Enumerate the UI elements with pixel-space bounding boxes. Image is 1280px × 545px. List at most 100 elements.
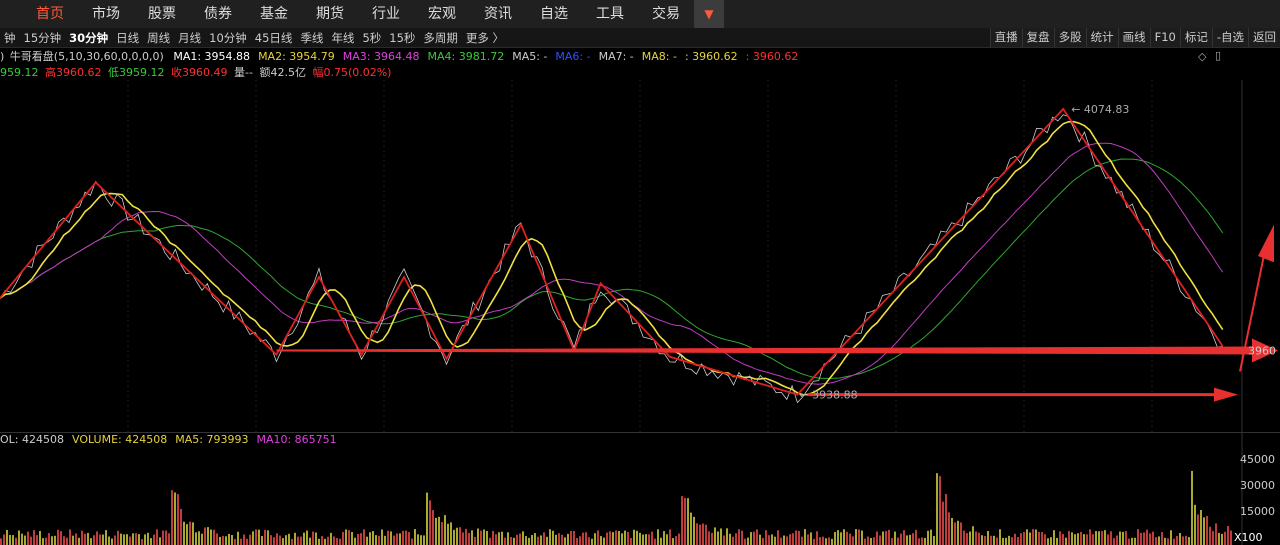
volume-bar (210, 529, 212, 545)
nav-item-6[interactable]: 行业 (358, 0, 414, 28)
volume-bar (654, 538, 656, 545)
volume-bar (840, 532, 842, 545)
nav-item-8[interactable]: 资讯 (470, 0, 526, 28)
volume-bar (516, 534, 518, 545)
volume-bar (126, 534, 128, 545)
nav-item-3[interactable]: 债券 (190, 0, 246, 28)
ma-legend-item: MA1: 3954.88 (173, 50, 251, 63)
volume-bar (720, 528, 722, 545)
period-item-5[interactable]: 月线 (174, 30, 205, 46)
quote-close: 收3960.49 (171, 66, 228, 79)
volume-bar (1020, 533, 1022, 545)
volume-bar (1161, 532, 1163, 545)
volume-bar (750, 532, 752, 545)
quote-low: 低3959.12 (108, 66, 165, 79)
volume-bar (582, 532, 584, 545)
volume-bar (453, 529, 455, 545)
tool-button-5[interactable]: F10 (1149, 28, 1180, 47)
period-item-9[interactable]: 年线 (327, 30, 358, 46)
period-item-3[interactable]: 日线 (112, 30, 143, 46)
volume-bar (1197, 514, 1199, 545)
volume-tick-label: 45000 (1240, 453, 1275, 466)
volume-bar (960, 522, 962, 545)
volume-bar (33, 530, 35, 545)
low-annotation: ← 3938.88 (799, 389, 857, 402)
tool-button-1[interactable]: 复盘 (1021, 28, 1054, 47)
price-line (0, 114, 1223, 404)
period-item-12[interactable]: 多周期 (419, 30, 462, 46)
volume-bar (360, 533, 362, 545)
volume-bar (534, 533, 536, 545)
nav-item-0[interactable]: 首页 (0, 0, 78, 28)
volume-bar (348, 530, 350, 545)
nav-item-7[interactable]: 宏观 (414, 0, 470, 28)
nav-item-11[interactable]: 交易 (638, 0, 694, 28)
volume-bar (228, 533, 230, 545)
volume-tick-label: 15000 (1240, 505, 1275, 518)
volume-bar (1143, 532, 1145, 545)
volume-bar (1062, 534, 1064, 545)
tool-button-6[interactable]: 标记 (1179, 28, 1212, 47)
window-icon[interactable]: ▯ (1215, 49, 1221, 62)
period-item-0[interactable]: 钟 (0, 30, 20, 46)
volume-bar (942, 501, 944, 545)
volume-bar (945, 493, 947, 545)
volume-bar (1125, 531, 1127, 545)
volume-bar (417, 534, 419, 545)
volume-bar (1191, 470, 1193, 545)
volume-bar (957, 520, 959, 545)
nav-item-9[interactable]: 自选 (526, 0, 582, 28)
volume-bar (465, 528, 467, 545)
volume-bar (1092, 534, 1094, 545)
volume-bar (591, 538, 593, 545)
volume-bar (216, 533, 218, 545)
period-item-11[interactable]: 15秒 (385, 30, 419, 46)
volume-bar (522, 531, 524, 545)
tool-button-0[interactable]: 直播 (989, 28, 1022, 47)
period-item-10[interactable]: 5秒 (358, 30, 385, 46)
volume-bar (639, 532, 641, 545)
volume-bar (1089, 529, 1091, 545)
volume-bar (714, 527, 716, 545)
volume-bar (189, 521, 191, 545)
nav-item-4[interactable]: 基金 (246, 0, 302, 28)
volume-bar (249, 534, 251, 545)
triangle-down-icon[interactable]: ▼ (694, 0, 724, 28)
tool-button-2[interactable]: 多股 (1053, 28, 1086, 47)
volume-bar (1227, 526, 1229, 545)
period-item-4[interactable]: 周线 (143, 30, 174, 46)
volume-bar (963, 530, 965, 545)
volume-bar (111, 538, 113, 545)
tool-button-7[interactable]: -自选 (1211, 28, 1248, 47)
nav-item-1[interactable]: 市场 (78, 0, 134, 28)
volume-bar (708, 531, 710, 545)
quote-vol: 量-- (234, 66, 253, 79)
period-item-13[interactable]: 更多 〉 (462, 30, 508, 46)
period-item-1[interactable]: 15分钟 (20, 30, 66, 46)
period-item-2[interactable]: 30分钟 (65, 30, 112, 46)
tool-button-3[interactable]: 统计 (1085, 28, 1118, 47)
nav-item-10[interactable]: 工具 (582, 0, 638, 28)
volume-bar (135, 533, 137, 545)
volume-bar (816, 531, 818, 545)
indicator-line: ) 牛哥看盘(5,10,30,60,0,0,0,0) MA1: 3954.88 M… (0, 48, 812, 64)
nav-item-2[interactable]: 股票 (134, 0, 190, 28)
period-item-7[interactable]: 45日线 (251, 30, 297, 46)
volume-bar (1029, 532, 1031, 545)
volume-bar (606, 532, 608, 545)
volume-bar (831, 538, 833, 545)
diamond-icon[interactable]: ◇ (1198, 50, 1206, 63)
volume-bar (618, 531, 620, 545)
tool-button-4[interactable]: 画线 (1117, 28, 1150, 47)
volume-bar (498, 532, 500, 545)
nav-item-5[interactable]: 期货 (302, 0, 358, 28)
volume-bar (396, 533, 398, 545)
period-item-8[interactable]: 季线 (296, 30, 327, 46)
volume-bar (876, 531, 878, 545)
volume-bar (777, 530, 779, 545)
tool-button-8[interactable]: 返回 (1248, 28, 1280, 47)
volume-bar (444, 515, 446, 545)
period-item-6[interactable]: 10分钟 (205, 30, 251, 46)
volume-bar (843, 529, 845, 545)
volume-bar (744, 538, 746, 545)
